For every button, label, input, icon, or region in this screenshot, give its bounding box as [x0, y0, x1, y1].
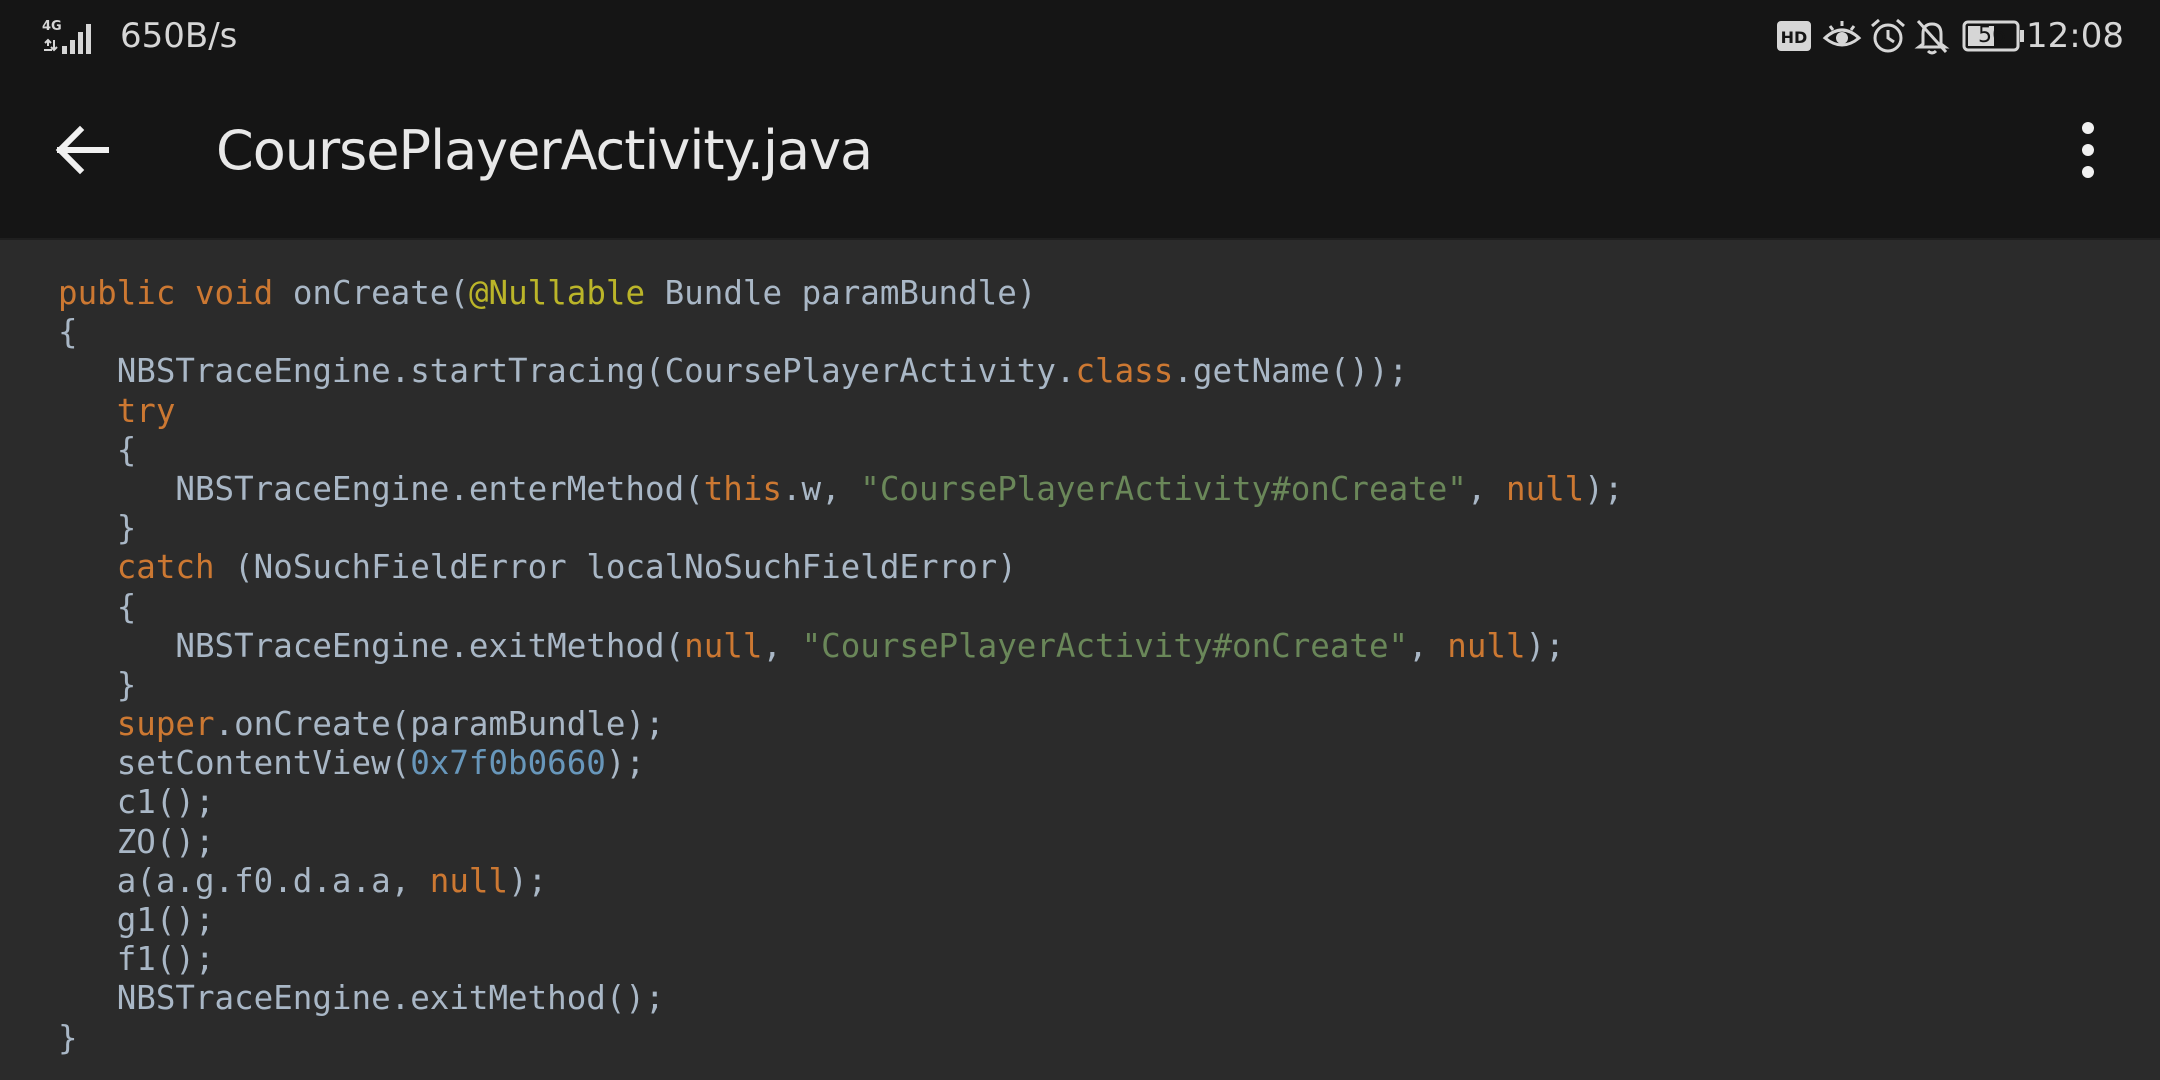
code-line: super.onCreate(paramBundle);: [58, 705, 1623, 744]
arrow-left-icon: [55, 125, 109, 175]
code-text: Bundle paramBundle): [645, 274, 1037, 312]
code-text: setContentView(: [58, 744, 411, 783]
code-keyword: null: [429, 861, 509, 900]
code-text: {: [58, 587, 137, 626]
alarm-icon: [1871, 18, 1905, 53]
code-text: );: [508, 861, 548, 900]
code-keyword: public: [58, 274, 176, 312]
code-text: onCreate(: [273, 274, 469, 312]
code-text: NBSTraceEngine.exitMethod();: [58, 979, 665, 1018]
signal-icon: 4G: [42, 19, 91, 54]
code-text: g1();: [58, 901, 215, 939]
code-line: }: [58, 666, 1623, 705]
code-text: NBSTraceEngine.enterMethod(: [58, 469, 704, 508]
app-bar: CoursePlayerActivity.java: [0, 72, 2160, 240]
hd-icon: HD: [1777, 21, 1811, 51]
code-line: {: [58, 588, 1623, 627]
code-text: );: [605, 744, 646, 783]
code-line: {: [58, 431, 1623, 470]
more-vert-icon: [2082, 122, 2094, 178]
code-line: NBSTraceEngine.exitMethod();: [58, 979, 1623, 1018]
code-number: 0x7f0b0660: [410, 744, 606, 783]
code-text: {: [58, 430, 137, 469]
overflow-menu-button[interactable]: [2058, 110, 2118, 190]
code-text: .onCreate(paramBundle);: [214, 705, 665, 744]
code-text: NBSTraceEngine.startTracing(CoursePlayer…: [58, 352, 1076, 391]
code-keyword: super: [116, 705, 215, 744]
code-line: }: [58, 509, 1623, 548]
code-text: {: [58, 313, 78, 352]
code-text: ,: [1466, 469, 1506, 508]
network-type-label: 4G: [42, 19, 62, 34]
code-line: {: [58, 313, 1623, 352]
code-line: NBSTraceEngine.startTracing(CoursePlayer…: [58, 352, 1623, 391]
code-line: NBSTraceEngine.enterMethod(this.w, "Cour…: [58, 470, 1623, 509]
code-keyword: try: [116, 391, 176, 430]
svg-text:HD: HD: [1781, 28, 1808, 47]
code-line: try: [58, 392, 1623, 431]
code-text: );: [1584, 469, 1624, 508]
code-text: c1();: [58, 783, 215, 822]
code-keyword: this: [703, 469, 782, 508]
code-keyword: null: [684, 626, 763, 665]
code-string: "CoursePlayerActivity#onCreate": [860, 469, 1467, 508]
battery-icon: 56: [1962, 16, 2026, 56]
code-line: g1();: [58, 901, 1623, 940]
code-line: public void onCreate(@Nullable Bundle pa…: [58, 274, 1623, 313]
code-keyword: class: [1075, 352, 1174, 391]
code-keyword: null: [1505, 469, 1585, 508]
code-annotation: @Nullable: [468, 274, 646, 312]
code-line: f1();: [58, 940, 1623, 979]
code-text: }: [58, 509, 137, 548]
network-speed: 650B/s: [120, 16, 238, 56]
code-text: }: [58, 665, 137, 704]
status-bar: 4G 650B/s HD 56 12:08: [0, 0, 2160, 72]
code-viewer[interactable]: public void onCreate(@Nullable Bundle pa…: [0, 240, 2160, 1080]
code-text: .getName());: [1173, 352, 1409, 391]
back-button[interactable]: [44, 110, 124, 190]
source-code: public void onCreate(@Nullable Bundle pa…: [58, 274, 1623, 1058]
battery-level: 56: [1978, 23, 2006, 48]
code-text: (NoSuchFieldError localNoSuchFieldError): [214, 548, 1017, 587]
code-line: setContentView(0x7f0b0660);: [58, 744, 1623, 783]
code-text: ,: [1408, 626, 1448, 665]
code-line: c1();: [58, 783, 1623, 822]
code-text: );: [1525, 626, 1565, 665]
code-line: ZO();: [58, 823, 1623, 862]
code-text: ,: [762, 626, 802, 665]
code-string: "CoursePlayerActivity#onCreate": [801, 626, 1409, 665]
page-title: CoursePlayerActivity.java: [216, 119, 873, 182]
code-text: a(a.g.f0.d.a.a,: [58, 861, 430, 900]
clock: 12:08: [2026, 16, 2124, 56]
code-line: a(a.g.f0.d.a.a, null);: [58, 862, 1623, 901]
code-line: catch (NoSuchFieldError localNoSuchField…: [58, 548, 1623, 587]
code-text: NBSTraceEngine.exitMethod(: [58, 626, 685, 665]
code-keyword: catch: [116, 548, 215, 587]
code-text: .w,: [781, 469, 861, 508]
eye-icon: [1822, 21, 1862, 47]
code-line: }: [58, 1019, 1623, 1058]
code-text: f1();: [58, 940, 215, 979]
code-text: ZO();: [58, 822, 215, 861]
code-keyword: void: [194, 274, 274, 312]
bell-off-icon: [1914, 19, 1950, 55]
code-line: NBSTraceEngine.exitMethod(null, "CourseP…: [58, 627, 1623, 666]
code-keyword: null: [1447, 626, 1526, 665]
code-text: }: [58, 1018, 78, 1057]
